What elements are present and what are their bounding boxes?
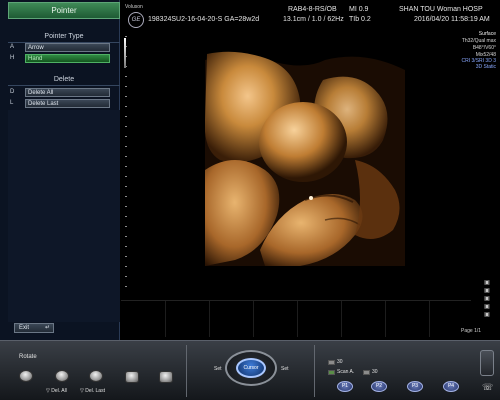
- cine-cell-divider: [385, 301, 386, 337]
- side-dial[interactable]: [480, 350, 494, 376]
- scale-tick: [125, 166, 127, 167]
- key-hint-arrow: A: [10, 44, 15, 50]
- cursor-trackball-button[interactable]: Cursor: [236, 358, 266, 378]
- scale-tick: [125, 286, 127, 287]
- scale-tick: [125, 216, 127, 217]
- ge-logo-icon: GE: [128, 12, 144, 28]
- panel-header-pointer: Pointer: [8, 2, 120, 19]
- ultrasound-3d-render[interactable]: [205, 50, 405, 266]
- scale-tick: [125, 86, 127, 87]
- delete-title: Delete: [8, 76, 120, 86]
- scale-tick: [125, 276, 127, 277]
- volume-angle: B48°/V60°: [472, 45, 496, 51]
- scale-tick: [125, 186, 127, 187]
- cine-cell-divider: [253, 301, 254, 337]
- key-hint-delete-all: D: [10, 89, 15, 95]
- scale-tick: [125, 126, 127, 127]
- scale-tick: [125, 156, 127, 157]
- rotate-label: Rotate: [19, 354, 37, 360]
- scale-tick: [125, 106, 127, 107]
- scale-tick: [125, 266, 127, 267]
- exam-id: 198324SU2-16-04-20-S GA=28w2d: [148, 16, 260, 23]
- tool-icon-5[interactable]: ▣: [480, 312, 494, 318]
- acquisition-mode: 3D Static: [475, 64, 496, 70]
- probe-name: RAB4-8-RS/OB: [288, 6, 337, 13]
- pointer-option-hand[interactable]: Hand: [25, 54, 110, 63]
- right-tool-column: ▣ ▣ ▣ ▣ ▣: [478, 280, 498, 340]
- scale-tick: [125, 196, 127, 197]
- scale-tick: [125, 206, 127, 207]
- set-left-label: Set: [214, 366, 222, 372]
- p4-button[interactable]: P4: [443, 381, 459, 392]
- console-divider: [186, 345, 187, 397]
- scale-tick: [125, 256, 127, 257]
- del-last-label: ▽ Del. Last: [80, 388, 105, 394]
- scale-tick: [125, 146, 127, 147]
- tool-icon-3[interactable]: ▣: [480, 296, 494, 302]
- key-30-top[interactable]: [328, 360, 335, 365]
- cine-cell-divider: [165, 301, 166, 337]
- brand-name: Voluson: [125, 4, 143, 10]
- mechanical-index: MI 0.9: [349, 6, 369, 13]
- thermal-index: TIb 0.2: [349, 16, 371, 23]
- scale-tick: [125, 76, 127, 77]
- exit-button[interactable]: Exit ↵: [14, 323, 54, 333]
- scale-tick: [125, 136, 127, 137]
- cine-strip: [121, 300, 471, 337]
- console-divider: [314, 345, 315, 397]
- panel-body: [8, 110, 120, 322]
- return-arrow-icon: ↵: [44, 325, 50, 331]
- delete-last-knob[interactable]: [89, 370, 103, 382]
- cine-cell-divider: [209, 301, 210, 337]
- tool-icon-4[interactable]: ▣: [480, 304, 494, 310]
- console-button-4[interactable]: [125, 371, 139, 383]
- rotate-knob-x[interactable]: [19, 370, 33, 382]
- set-right-label: Set: [281, 366, 289, 372]
- pointer-type-title: Pointer Type: [8, 33, 120, 43]
- key-30-bottom-label: 30: [372, 369, 378, 375]
- delete-all-button[interactable]: Delete All: [25, 88, 110, 97]
- delete-all-knob[interactable]: [55, 370, 69, 382]
- cine-cell-divider: [341, 301, 342, 337]
- scale-tick: [125, 36, 127, 37]
- date-time: 2016/04/20 11:58:19 AM: [414, 16, 490, 23]
- phone-icon[interactable]: ☏: [482, 382, 494, 392]
- scale-tick: [125, 176, 127, 177]
- cine-cell-divider: [297, 301, 298, 337]
- key-hint-delete-last: L: [10, 100, 14, 106]
- key-30-top-label: 30: [337, 359, 343, 365]
- tool-icon-1[interactable]: ▣: [480, 280, 494, 286]
- depth-info: 13.1cm / 1.0 / 62Hz: [283, 16, 344, 23]
- p3-button[interactable]: P3: [407, 381, 423, 392]
- scale-tick: [125, 236, 127, 237]
- gray-scale-bar: [124, 38, 126, 68]
- fetus-face-render: [205, 50, 405, 266]
- scale-tick: [125, 226, 127, 227]
- exit-label: Exit: [19, 325, 30, 331]
- tool-icon-2[interactable]: ▣: [480, 288, 494, 294]
- render-mode: Surface: [478, 31, 496, 37]
- hospital-name: SHAN TOU Woman HOSP: [399, 6, 483, 13]
- del-all-label: ▽ Del. All: [46, 388, 67, 394]
- header-bar: [121, 0, 500, 30]
- scan-area-label: Scan A.: [337, 369, 355, 375]
- key-hint-hand: H: [10, 55, 15, 61]
- key-30-bottom[interactable]: [363, 370, 370, 375]
- cine-cell-divider: [429, 301, 430, 337]
- depth-scale: [123, 36, 131, 296]
- scale-tick: [125, 116, 127, 117]
- scan-area-key[interactable]: [328, 370, 335, 375]
- scale-tick: [125, 96, 127, 97]
- scale-tick: [125, 246, 127, 247]
- quality-setting: Th32/Qual max: [461, 38, 496, 44]
- pointer-option-arrow[interactable]: Arrow: [25, 43, 110, 52]
- delete-last-button[interactable]: Delete Last: [25, 99, 110, 108]
- console-button-5[interactable]: [159, 371, 173, 383]
- p2-button[interactable]: P2: [371, 381, 387, 392]
- p1-button[interactable]: P1: [337, 381, 353, 392]
